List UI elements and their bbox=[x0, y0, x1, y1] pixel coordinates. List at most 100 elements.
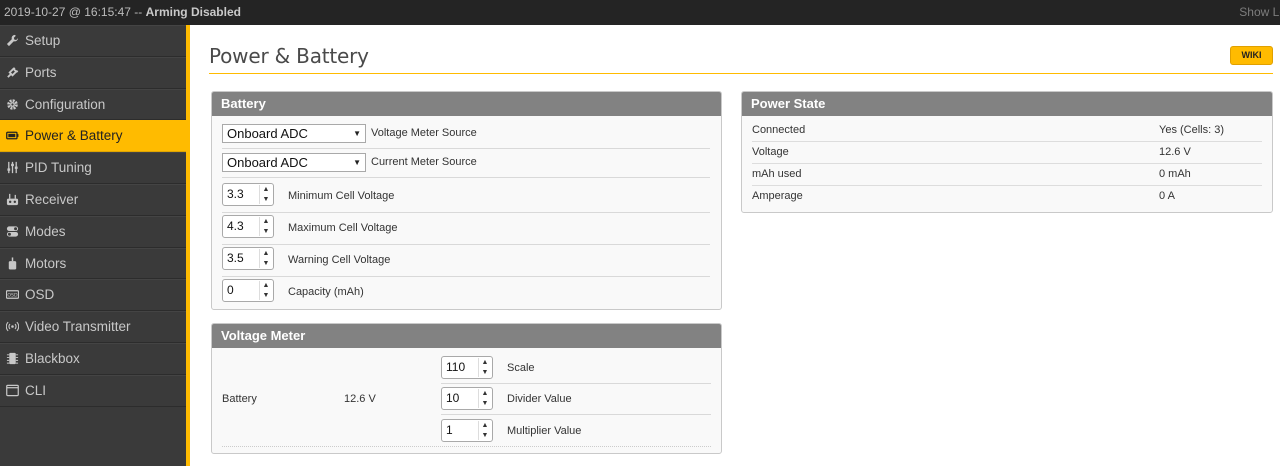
power-state-key: Connected bbox=[752, 124, 806, 136]
page-title: Power & Battery bbox=[209, 44, 369, 68]
spinner[interactable]: ▲ ▼ bbox=[478, 421, 491, 440]
osd-icon: OSD bbox=[6, 290, 19, 300]
power-state-row: Amperage 0 A bbox=[752, 186, 1262, 208]
sidebar-item-label: CLI bbox=[25, 382, 47, 398]
power-state-value: 0 A bbox=[1159, 190, 1175, 202]
power-state-value: 0 mAh bbox=[1159, 168, 1191, 180]
show-log-link[interactable]: Show Lo bbox=[1239, 0, 1280, 25]
spin-down-icon[interactable]: ▼ bbox=[479, 368, 491, 378]
sidebar-item-label: Ports bbox=[25, 64, 57, 80]
wiki-button[interactable]: WIKI bbox=[1230, 46, 1273, 65]
warning-cell-voltage-input[interactable]: 3.5 ▲ ▼ bbox=[222, 247, 274, 270]
divider-input[interactable]: 10 ▲ ▼ bbox=[441, 387, 493, 410]
spin-down-icon[interactable]: ▼ bbox=[260, 195, 272, 205]
voltage-meter-source-row: Onboard ADC ▼ Voltage Meter Source bbox=[222, 124, 710, 149]
min-cell-voltage-input[interactable]: 3.3 ▲ ▼ bbox=[222, 183, 274, 206]
spin-down-icon[interactable]: ▼ bbox=[260, 227, 272, 237]
spin-down-icon[interactable]: ▼ bbox=[260, 259, 272, 269]
battery-icon bbox=[6, 131, 19, 140]
battery-panel: Battery Onboard ADC ▼ Voltage Meter Sour… bbox=[211, 91, 722, 310]
current-meter-source-select[interactable]: Onboard ADC ▼ bbox=[222, 153, 366, 172]
sidebar-item-osd[interactable]: OSD OSD bbox=[0, 279, 186, 312]
sidebar-item-cli[interactable]: CLI bbox=[0, 374, 186, 407]
scale-row: 110 ▲ ▼ Scale bbox=[441, 356, 711, 384]
spinner[interactable]: ▲ ▼ bbox=[478, 389, 491, 408]
sidebar-item-receiver[interactable]: Receiver bbox=[0, 183, 186, 216]
spin-down-icon[interactable]: ▼ bbox=[260, 291, 272, 301]
sidebar-item-power-battery[interactable]: Power & Battery bbox=[0, 120, 186, 153]
capacity-input[interactable]: 0 ▲ ▼ bbox=[222, 279, 274, 302]
voltage-meter-bottom-divider bbox=[222, 446, 711, 447]
sidebar-item-pid-tuning[interactable]: PID Tuning bbox=[0, 152, 186, 184]
sidebar-item-modes[interactable]: Modes bbox=[0, 215, 186, 248]
sidebar-item-label: Setup bbox=[25, 33, 61, 48]
power-state-key: Amperage bbox=[752, 190, 803, 202]
spin-down-icon[interactable]: ▼ bbox=[479, 399, 491, 409]
sidebar-item-ports[interactable]: Ports bbox=[0, 56, 186, 89]
voltage-meter-battery-label: Battery bbox=[222, 393, 257, 405]
plug-icon bbox=[7, 66, 19, 78]
input-value: 1 bbox=[446, 423, 453, 437]
wrench-icon bbox=[6, 34, 19, 47]
power-state-value: 12.6 V bbox=[1159, 146, 1191, 158]
sidebar: Setup Ports Configuration Power & Batter… bbox=[0, 25, 186, 466]
input-value: 3.5 bbox=[227, 251, 244, 265]
spin-up-icon[interactable]: ▲ bbox=[260, 249, 272, 259]
sliders-icon bbox=[7, 162, 18, 174]
spinner[interactable]: ▲ ▼ bbox=[259, 185, 272, 204]
sidebar-item-blackbox[interactable]: Blackbox bbox=[0, 342, 186, 375]
caret-down-icon: ▼ bbox=[353, 158, 361, 167]
sidebar-item-label: Modes bbox=[25, 223, 66, 239]
spin-up-icon[interactable]: ▲ bbox=[479, 358, 491, 368]
spin-up-icon[interactable]: ▲ bbox=[260, 185, 272, 195]
spin-down-icon[interactable]: ▼ bbox=[479, 431, 491, 441]
spinner[interactable]: ▲ ▼ bbox=[259, 281, 272, 300]
min-cell-voltage-label: Minimum Cell Voltage bbox=[288, 190, 395, 202]
spin-up-icon[interactable]: ▲ bbox=[479, 421, 491, 431]
sidebar-item-setup[interactable]: Setup bbox=[0, 25, 186, 57]
sidebar-item-label: OSD bbox=[25, 287, 55, 303]
power-state-row: mAh used 0 mAh bbox=[752, 164, 1262, 186]
spin-up-icon[interactable]: ▲ bbox=[260, 217, 272, 227]
spinner[interactable]: ▲ ▼ bbox=[259, 217, 272, 236]
select-value: Onboard ADC bbox=[227, 155, 308, 170]
status-datetime: 2019-10-27 @ 16:15:47 bbox=[4, 5, 131, 19]
power-state-row: Voltage 12.6 V bbox=[752, 142, 1262, 164]
power-state-value: Yes (Cells: 3) bbox=[1159, 124, 1225, 136]
svg-text:OSD: OSD bbox=[7, 293, 18, 299]
multiplier-label: Multiplier Value bbox=[507, 425, 582, 437]
arming-status: Arming Disabled bbox=[145, 5, 241, 19]
terminal-icon bbox=[6, 384, 19, 396]
sidebar-item-configuration[interactable]: Configuration bbox=[0, 88, 186, 121]
title-divider bbox=[209, 73, 1273, 74]
voltage-meter-panel-title: Voltage Meter bbox=[212, 324, 721, 348]
status-separator: -- bbox=[130, 5, 146, 19]
voltage-meter-battery-value: 12.6 V bbox=[344, 393, 376, 405]
capacity-row: 0 ▲ ▼ Capacity (mAh) bbox=[222, 278, 710, 309]
voltage-meter-panel: Voltage Meter Battery 12.6 V 110 ▲ ▼ Scal… bbox=[211, 323, 722, 454]
power-state-panel-title: Power State bbox=[742, 92, 1272, 116]
spin-up-icon[interactable]: ▲ bbox=[260, 281, 272, 291]
motor-icon bbox=[8, 257, 17, 270]
toggles-icon bbox=[6, 226, 19, 237]
scale-input[interactable]: 110 ▲ ▼ bbox=[441, 356, 493, 379]
spinner[interactable]: ▲ ▼ bbox=[478, 358, 491, 377]
min-cell-voltage-row: 3.3 ▲ ▼ Minimum Cell Voltage bbox=[222, 182, 710, 213]
max-cell-voltage-input[interactable]: 4.3 ▲ ▼ bbox=[222, 215, 274, 238]
antenna-icon bbox=[6, 321, 19, 332]
voltage-meter-source-select[interactable]: Onboard ADC ▼ bbox=[222, 124, 366, 143]
sidebar-item-motors[interactable]: Motors bbox=[0, 247, 186, 280]
sidebar-item-video-transmitter[interactable]: Video Transmitter bbox=[0, 311, 186, 343]
power-state-key: Voltage bbox=[752, 146, 789, 158]
multiplier-input[interactable]: 1 ▲ ▼ bbox=[441, 419, 493, 442]
receiver-icon bbox=[6, 193, 19, 206]
gear-icon bbox=[7, 98, 18, 110]
spinner[interactable]: ▲ ▼ bbox=[259, 249, 272, 268]
sidebar-item-label: Blackbox bbox=[25, 350, 80, 366]
capacity-label: Capacity (mAh) bbox=[288, 286, 364, 298]
sidebar-item-label: Configuration bbox=[25, 96, 106, 112]
max-cell-voltage-label: Maximum Cell Voltage bbox=[288, 222, 398, 234]
spin-up-icon[interactable]: ▲ bbox=[479, 389, 491, 399]
blackbox-icon bbox=[6, 352, 19, 365]
input-value: 3.3 bbox=[227, 187, 244, 201]
